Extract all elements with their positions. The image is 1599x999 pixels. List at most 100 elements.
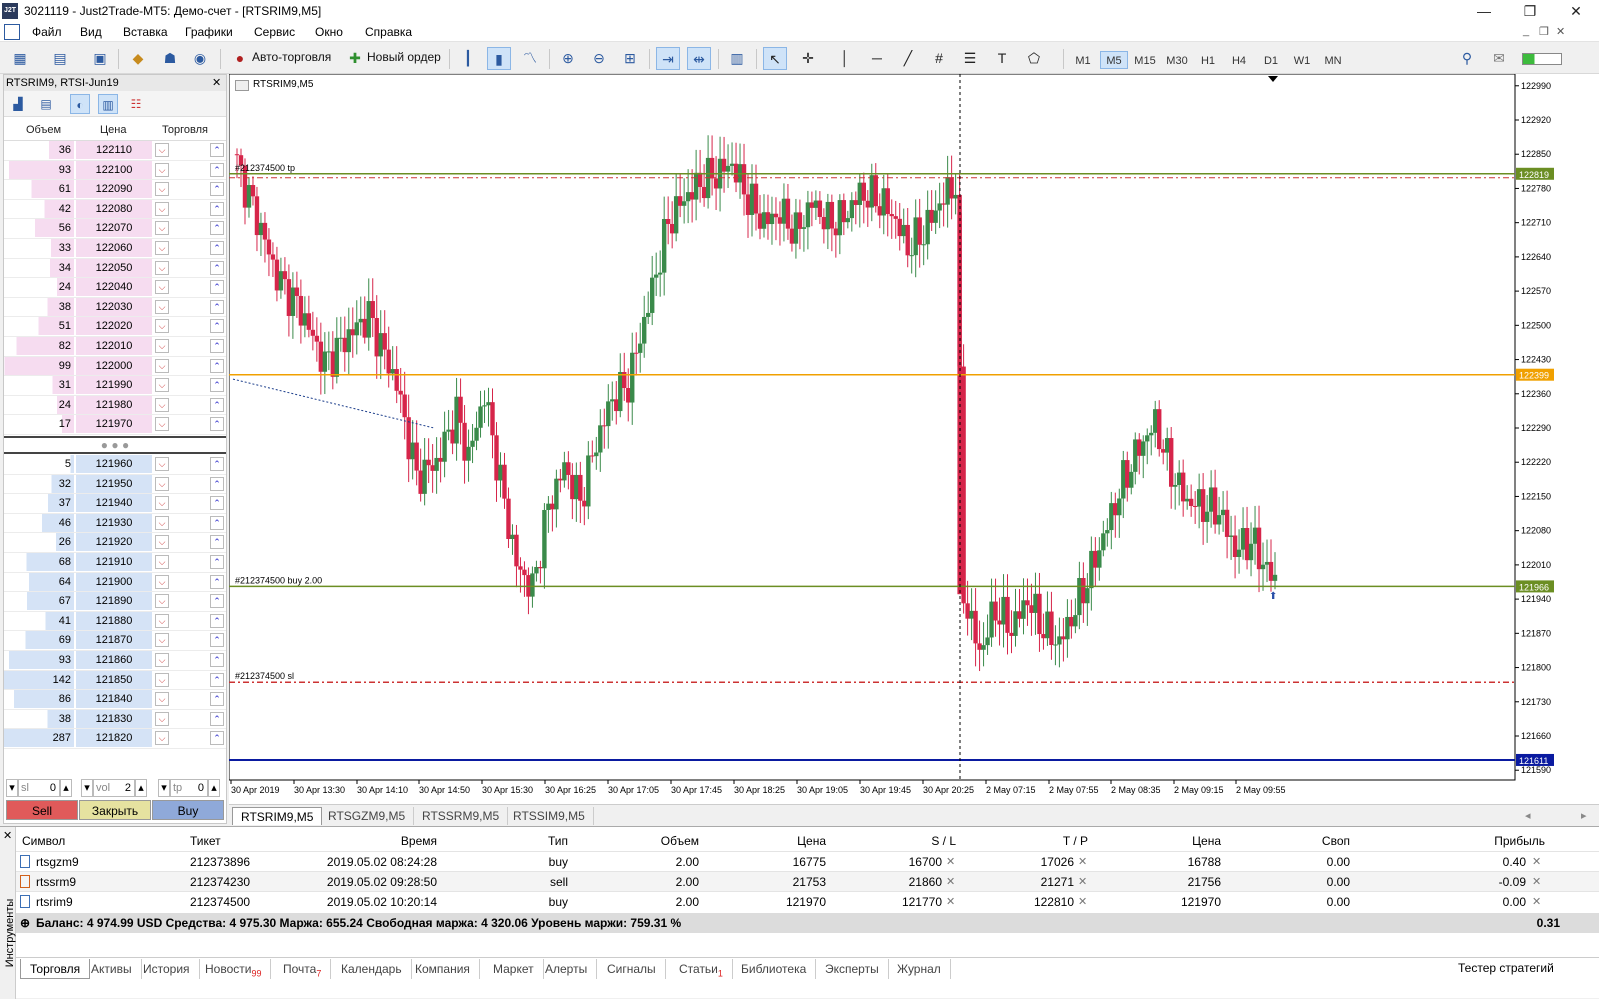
dom-price[interactable]: 121930 [76, 513, 152, 532]
templates-icon[interactable]: ▣ [88, 47, 112, 70]
sell-limit-chevron-icon[interactable]: ⌵ [155, 731, 169, 746]
balance-add-icon[interactable]: ⊕ [20, 913, 30, 933]
buy-button[interactable]: Buy [152, 800, 224, 820]
buy-limit-chevron-icon[interactable]: ⌃ [210, 397, 224, 412]
strategy-tester-button[interactable]: Тестер стратегий [1458, 961, 1554, 975]
dom-chart-icon[interactable]: ▟ [8, 94, 28, 114]
dom-row[interactable]: 287 121820 ⌵ ⌃ [4, 729, 226, 749]
positions-column-header[interactable]: Цена [700, 831, 826, 851]
menu-window[interactable]: Окно [315, 25, 343, 39]
buy-limit-chevron-icon[interactable]: ⌃ [210, 633, 224, 648]
sell-limit-chevron-icon[interactable]: ⌵ [155, 653, 169, 667]
sell-limit-chevron-icon[interactable]: ⌵ [155, 280, 169, 295]
close-position-icon[interactable]: ✕ [1532, 875, 1541, 888]
dom-row[interactable]: 24 121980 ⌵ ⌃ [4, 395, 226, 416]
terminal-tab[interactable]: Компания [406, 959, 480, 979]
buy-limit-chevron-icon[interactable]: ⌃ [210, 535, 224, 550]
bar-chart-icon[interactable]: ┃ [456, 47, 480, 70]
dom-row[interactable]: 142 121850 ⌵ ⌃ [4, 670, 226, 691]
timeframe-m1[interactable]: M1 [1069, 52, 1097, 70]
chart-tab-rtsgzm9[interactable]: RTSGZM9,M5 [320, 807, 415, 825]
buy-limit-chevron-icon[interactable]: ⌃ [210, 731, 224, 746]
positions-column-header[interactable]: S / L [830, 831, 956, 851]
sell-limit-chevron-icon[interactable]: ⌵ [155, 339, 169, 353]
sl-spin-down[interactable]: ▾ [6, 779, 18, 797]
buy-limit-chevron-icon[interactable]: ⌃ [210, 653, 224, 667]
minimize-button[interactable]: — [1461, 0, 1507, 22]
buy-limit-chevron-icon[interactable]: ⌃ [210, 594, 224, 609]
terminal-tab[interactable]: Эксперты [816, 959, 889, 979]
sl-field[interactable]: sl 0 [18, 779, 60, 797]
dom-trade-icon[interactable]: ◐ [70, 94, 90, 114]
timeframe-w1[interactable]: W1 [1288, 52, 1316, 70]
mdi-restore-button[interactable]: ❐ [1539, 25, 1549, 38]
market-watch-icon[interactable]: ◆ [126, 47, 150, 70]
dom-row[interactable]: 37 121940 ⌵ ⌃ [4, 494, 226, 514]
vol-field[interactable]: vol 2 [93, 779, 135, 797]
positions-column-header[interactable]: Тип [440, 831, 568, 851]
candle-chart-icon[interactable]: ▮ [487, 47, 511, 70]
terminal-tab[interactable]: Сигналы [598, 959, 666, 979]
dom-row[interactable]: 41 121880 ⌵ ⌃ [4, 611, 226, 632]
mdi-minimize-button[interactable]: _ [1523, 25, 1529, 37]
dom-price[interactable]: 122080 [76, 199, 152, 218]
dom-row[interactable]: 67 121890 ⌵ ⌃ [4, 592, 226, 612]
signals-icon[interactable]: ◉ [188, 47, 212, 70]
tile-windows-icon[interactable]: ⊞ [618, 47, 642, 70]
new-chart-icon[interactable]: ▦ [8, 47, 32, 70]
dom-price[interactable]: 122020 [76, 317, 152, 336]
tab-scroll-right-icon[interactable]: ▸ [1581, 809, 1587, 822]
dom-price[interactable]: 121890 [76, 592, 152, 611]
menu-tools[interactable]: Сервис [254, 25, 295, 39]
terminal-tab[interactable]: История [134, 959, 200, 979]
trend-line-icon[interactable]: ╱ [896, 47, 920, 70]
terminal-tab[interactable]: Новости99 [196, 959, 272, 979]
positions-column-header[interactable]: Символ [22, 831, 182, 851]
chart-tab-rtssrm9[interactable]: RTSSRM9,M5 [414, 807, 509, 825]
tp-spin-up[interactable]: ▴ [208, 779, 220, 797]
remove-level-icon[interactable]: ✕ [1078, 895, 1087, 908]
buy-limit-chevron-icon[interactable]: ⌃ [210, 319, 224, 334]
tp-field[interactable]: tp 0 [170, 779, 208, 797]
cursor-icon[interactable]: ↖ [763, 47, 787, 70]
dom-row[interactable]: 82 122010 ⌵ ⌃ [4, 337, 226, 357]
vol-spin-down[interactable]: ▾ [81, 779, 93, 797]
timeframe-mn[interactable]: MN [1319, 52, 1347, 70]
dom-price[interactable]: 122030 [76, 297, 152, 316]
dom-settings-icon[interactable]: ☷ [126, 94, 146, 114]
sell-limit-chevron-icon[interactable]: ⌵ [155, 594, 169, 609]
dom-row[interactable]: 99 122000 ⌵ ⌃ [4, 356, 226, 377]
sell-limit-chevron-icon[interactable]: ⌵ [155, 496, 169, 511]
dom-ticks-icon[interactable]: ▤ [36, 94, 56, 114]
zoom-in-icon[interactable]: ⊕ [556, 47, 580, 70]
autotrade-icon[interactable]: ● [228, 47, 252, 70]
positions-column-header[interactable]: Своп [1225, 831, 1350, 851]
buy-limit-chevron-icon[interactable]: ⌃ [210, 241, 224, 255]
buy-limit-chevron-icon[interactable]: ⌃ [210, 613, 224, 628]
dom-row[interactable]: 61 122090 ⌵ ⌃ [4, 180, 226, 200]
dom-price[interactable]: 121950 [76, 474, 152, 493]
sell-limit-chevron-icon[interactable]: ⌵ [155, 319, 169, 334]
dom-price[interactable]: 122110 [76, 141, 152, 159]
menu-insert[interactable]: Вставка [123, 25, 168, 39]
indicators-icon[interactable]: ▥ [725, 47, 749, 70]
remove-level-icon[interactable]: ✕ [1078, 875, 1087, 888]
text-icon[interactable]: T [990, 47, 1014, 70]
buy-limit-chevron-icon[interactable]: ⌃ [210, 496, 224, 511]
chart-window[interactable]: #212374500 tp 122819 122399 #212374500 buy … [229, 74, 1599, 824]
dom-row[interactable]: 93 122100 ⌵ ⌃ [4, 160, 226, 181]
positions-column-header[interactable]: T / P [962, 831, 1088, 851]
timeframe-m15[interactable]: M15 [1131, 52, 1159, 70]
chat-icon[interactable]: ✉ [1487, 47, 1511, 70]
tp-spin-down[interactable]: ▾ [158, 779, 170, 797]
close-position-button[interactable]: Закрыть [79, 800, 151, 820]
menu-file[interactable]: Файл [32, 25, 62, 39]
sell-limit-chevron-icon[interactable]: ⌵ [155, 358, 169, 373]
terminal-tab[interactable]: Почта7 [274, 959, 332, 979]
search-icon[interactable]: ⚲ [1455, 47, 1479, 70]
new-order-icon[interactable]: ✚ [343, 47, 367, 70]
sell-limit-chevron-icon[interactable]: ⌵ [155, 515, 169, 530]
dom-row[interactable]: 42 122080 ⌵ ⌃ [4, 199, 226, 220]
close-button[interactable]: ✕ [1553, 0, 1599, 22]
dom-price[interactable]: 121990 [76, 376, 152, 395]
